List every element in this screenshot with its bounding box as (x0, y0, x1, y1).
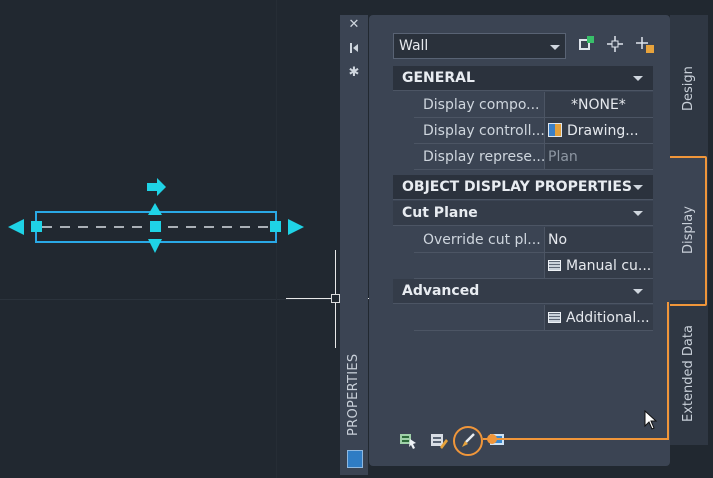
pickadd-icon[interactable] (399, 431, 417, 449)
property-row[interactable]: Override cut pl... No (414, 227, 653, 253)
grip-square-right[interactable] (270, 221, 281, 232)
grip-square-mid[interactable] (150, 221, 161, 232)
edit-style-icon[interactable] (430, 431, 448, 449)
brush-highlight-circle (453, 426, 483, 456)
display-tab-highlight (667, 156, 707, 306)
worksheet-icon (548, 312, 561, 323)
collapse-icon[interactable] (633, 76, 643, 81)
collapse-icon[interactable] (633, 185, 643, 190)
collapse-icon[interactable] (633, 289, 643, 294)
mouse-pointer-icon (644, 409, 658, 434)
section-advanced[interactable]: Advanced (393, 279, 653, 304)
grid-line (0, 299, 340, 300)
section-cut-plane[interactable]: Cut Plane (393, 201, 653, 226)
grip-arrow-left[interactable] (8, 219, 24, 235)
row-gutter (393, 91, 414, 169)
crosshair-pickbox (331, 294, 340, 303)
property-row[interactable]: Display represe... Plan (414, 144, 653, 170)
close-icon[interactable]: ✕ (346, 17, 362, 33)
grip-flip-arrow[interactable] (147, 178, 166, 196)
select-objects-icon[interactable] (605, 35, 625, 55)
worksheet-icon (548, 260, 561, 271)
property-row[interactable]: Display compo... *NONE* (414, 92, 653, 118)
grip-arrow-right[interactable] (288, 219, 304, 235)
chevron-down-icon (550, 45, 560, 50)
add-selected-icon[interactable] (635, 35, 655, 55)
callout-line-vertical (667, 302, 669, 440)
property-row[interactable]: Additional... (414, 305, 653, 331)
grip-arrow-up[interactable] (148, 203, 162, 215)
grip-square-left[interactable] (31, 221, 42, 232)
object-type-select[interactable]: Wall (393, 33, 566, 59)
settings-icon[interactable]: ✱ (346, 65, 362, 81)
collapse-icon[interactable] (633, 211, 643, 216)
property-row[interactable]: Manual cu... (414, 253, 653, 279)
property-row[interactable]: Display controll... Drawing... (414, 118, 653, 144)
row-gutter (393, 304, 414, 330)
tab-design[interactable]: Design (670, 15, 706, 135)
quick-select-icon[interactable] (576, 35, 596, 55)
palette-window-icon[interactable] (347, 450, 363, 468)
row-gutter (393, 226, 414, 278)
selected-wall[interactable] (0, 175, 320, 265)
display-configuration-icon (548, 123, 562, 137)
callout-line (483, 438, 668, 440)
tab-extended-data[interactable]: Extended Data (670, 308, 706, 438)
section-general[interactable]: GENERAL (393, 66, 653, 91)
autohide-icon[interactable] (346, 41, 362, 57)
section-object-display[interactable]: OBJECT DISPLAY PROPERTIES (393, 175, 653, 200)
grip-arrow-down[interactable] (148, 239, 162, 253)
